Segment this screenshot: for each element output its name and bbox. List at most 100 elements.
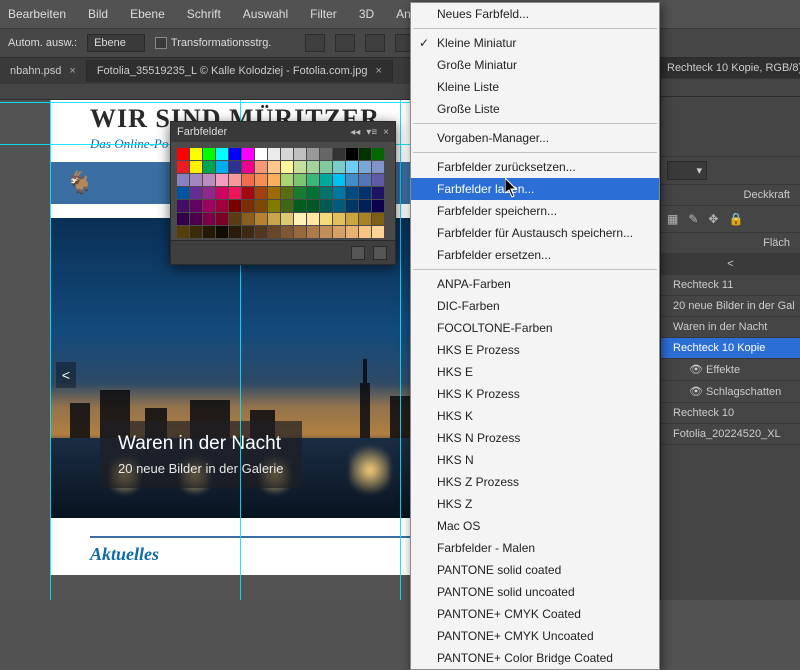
swatch[interactable] xyxy=(255,187,267,199)
menu-item[interactable]: PANTONE+ CMYK Uncoated xyxy=(411,625,659,647)
delete-swatch-icon[interactable] xyxy=(373,246,387,260)
swatch[interactable] xyxy=(320,161,332,173)
menu-item[interactable]: PANTONE+ Color Bridge Coated xyxy=(411,647,659,669)
menu-item[interactable]: Farbfelder - Malen xyxy=(411,537,659,559)
swatch[interactable] xyxy=(281,161,293,173)
swatch[interactable] xyxy=(242,213,254,225)
swatch[interactable] xyxy=(346,226,358,238)
swatch[interactable] xyxy=(333,187,345,199)
swatch[interactable] xyxy=(190,213,202,225)
swatch[interactable] xyxy=(255,148,267,160)
swatch[interactable] xyxy=(255,213,267,225)
menu-item[interactable]: Farbfelder für Austausch speichern... xyxy=(411,222,659,244)
menu-item[interactable]: Kleine Liste xyxy=(411,76,659,98)
swatch[interactable] xyxy=(346,213,358,225)
swatch[interactable] xyxy=(372,174,384,186)
swatch[interactable] xyxy=(177,200,189,212)
swatch[interactable] xyxy=(216,187,228,199)
menu-item[interactable]: HKS E xyxy=(411,361,659,383)
swatch[interactable] xyxy=(242,226,254,238)
adjustments-panel[interactable] xyxy=(661,97,800,157)
menu-item[interactable]: HKS N xyxy=(411,449,659,471)
swatch[interactable] xyxy=(307,174,319,186)
layers-panel[interactable]: Rechteck 1120 neue Bilder in der GalWare… xyxy=(661,275,800,445)
swatch[interactable] xyxy=(216,161,228,173)
menu-edit[interactable]: Bearbeiten xyxy=(8,7,66,21)
collapse-icon[interactable]: ◂◂ xyxy=(350,127,360,138)
swatch[interactable] xyxy=(333,161,345,173)
menu-item[interactable]: Große Liste xyxy=(411,98,659,120)
swatch[interactable] xyxy=(190,174,202,186)
swatch[interactable] xyxy=(242,187,254,199)
align-icon-3[interactable] xyxy=(365,34,385,52)
swatch[interactable] xyxy=(359,200,371,212)
swatch[interactable] xyxy=(177,226,189,238)
menu-item[interactable]: HKS E Prozess xyxy=(411,339,659,361)
swatch[interactable] xyxy=(346,187,358,199)
layer-row[interactable]: Rechteck 11 xyxy=(661,275,800,296)
lock-all-icon[interactable]: 🔒 xyxy=(728,212,743,226)
menu-item[interactable]: Kleine Miniatur xyxy=(411,32,659,54)
swatch[interactable] xyxy=(255,161,267,173)
swatch[interactable] xyxy=(203,187,215,199)
menu-item[interactable]: PANTONE solid coated xyxy=(411,559,659,581)
menu-item[interactable]: Neues Farbfeld... xyxy=(411,3,659,25)
swatch[interactable] xyxy=(229,213,241,225)
close-icon[interactable]: × xyxy=(69,65,75,77)
layer-row[interactable]: 20 neue Bilder in der Gal xyxy=(661,296,800,317)
swatch[interactable] xyxy=(216,148,228,160)
swatch[interactable] xyxy=(307,148,319,160)
swatch[interactable] xyxy=(229,187,241,199)
swatch[interactable] xyxy=(281,148,293,160)
menu-item[interactable]: Vorgaben-Manager... xyxy=(411,127,659,149)
swatch[interactable] xyxy=(359,148,371,160)
menu-item[interactable]: Große Miniatur xyxy=(411,54,659,76)
menu-item[interactable]: Mac OS xyxy=(411,515,659,537)
menu-item[interactable]: Farbfelder ersetzen... xyxy=(411,244,659,266)
swatch[interactable] xyxy=(203,161,215,173)
swatch[interactable] xyxy=(242,174,254,186)
guide-vertical[interactable] xyxy=(400,100,401,600)
layer-row[interactable]: Waren in der Nacht xyxy=(661,317,800,338)
swatch[interactable] xyxy=(203,213,215,225)
swatch[interactable] xyxy=(216,213,228,225)
menu-filter[interactable]: Filter xyxy=(310,7,337,21)
swatch[interactable] xyxy=(294,148,306,160)
swatch[interactable] xyxy=(294,213,306,225)
blend-dropdown[interactable]: ▾ xyxy=(661,157,800,185)
menu-layer[interactable]: Ebene xyxy=(130,7,165,21)
menu-select[interactable]: Auswahl xyxy=(243,7,288,21)
align-icon-2[interactable] xyxy=(335,34,355,52)
swatch[interactable] xyxy=(372,148,384,160)
swatch[interactable] xyxy=(320,148,332,160)
layer-lock-tools[interactable]: ▦✎✥🔒 xyxy=(661,206,800,233)
menu-item[interactable]: Farbfelder laden... xyxy=(411,178,659,200)
swatch[interactable] xyxy=(216,226,228,238)
swatch[interactable] xyxy=(372,200,384,212)
menu-item[interactable]: ANPA-Farben xyxy=(411,273,659,295)
swatch[interactable] xyxy=(320,213,332,225)
menu-item[interactable]: HKS Z xyxy=(411,493,659,515)
swatch[interactable] xyxy=(346,174,358,186)
guide-vertical[interactable] xyxy=(50,100,51,600)
swatch[interactable] xyxy=(307,226,319,238)
swatch[interactable] xyxy=(268,213,280,225)
visibility-icon[interactable]: 👁 xyxy=(689,386,706,398)
menu-item[interactable]: HKS N Prozess xyxy=(411,427,659,449)
swatch[interactable] xyxy=(333,148,345,160)
swatch[interactable] xyxy=(307,187,319,199)
swatch[interactable] xyxy=(190,200,202,212)
swatch[interactable] xyxy=(190,187,202,199)
swatch[interactable] xyxy=(307,161,319,173)
swatch[interactable] xyxy=(216,200,228,212)
layer-row[interactable]: Rechteck 10 Kopie xyxy=(661,338,800,359)
align-icon-1[interactable] xyxy=(305,34,325,52)
swatch[interactable] xyxy=(229,226,241,238)
close-icon[interactable]: × xyxy=(375,65,381,77)
swatch[interactable] xyxy=(281,174,293,186)
swatch[interactable] xyxy=(203,148,215,160)
panel-menu-icon[interactable]: ▾≡ xyxy=(366,127,377,138)
swatch[interactable] xyxy=(359,226,371,238)
swatch[interactable] xyxy=(242,148,254,160)
swatch[interactable] xyxy=(294,174,306,186)
